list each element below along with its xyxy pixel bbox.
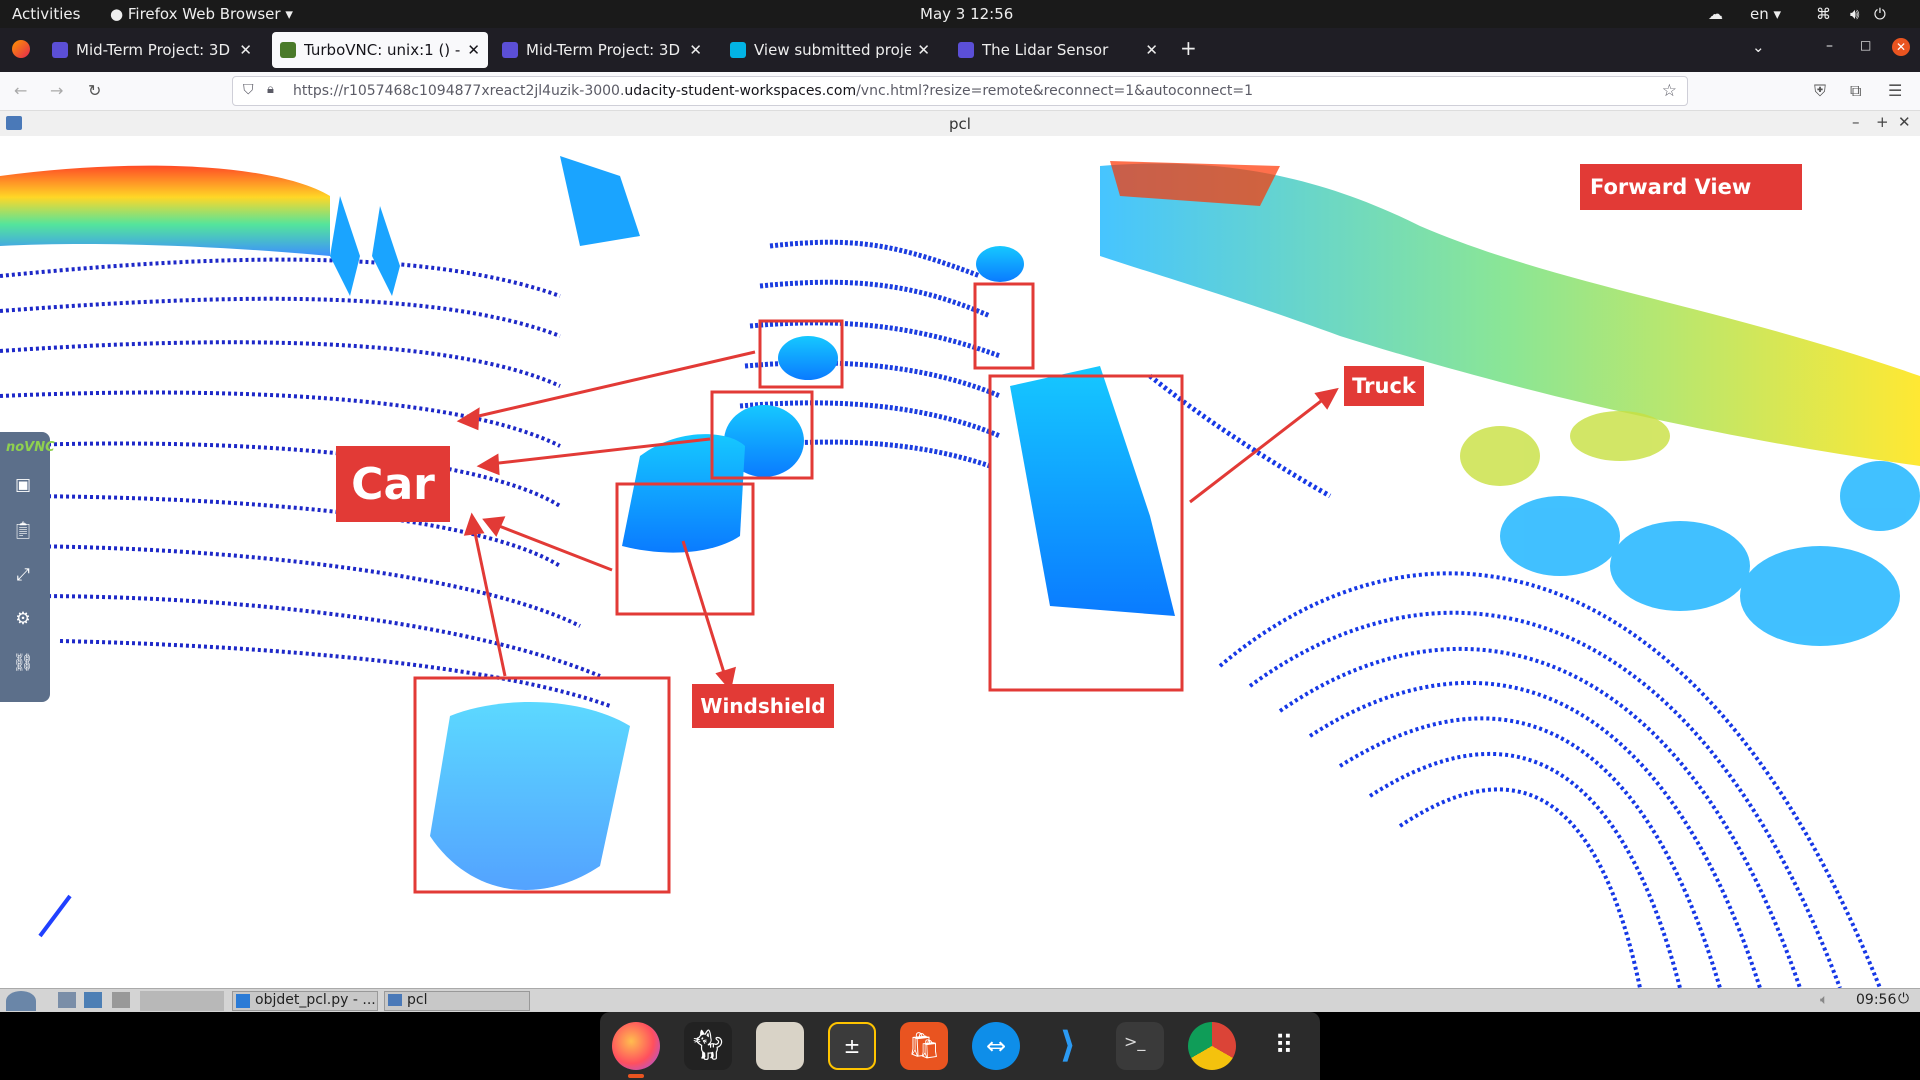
pcl-window-titlebar: pcl – + ✕ [0,111,1920,137]
file-manager-icon[interactable] [58,992,76,1008]
forward-icon[interactable]: → [50,81,63,100]
close-button[interactable]: ✕ [1898,113,1911,131]
vnc-icon [280,42,296,58]
turbovnc-icon[interactable]: 🐈︎ [684,1022,732,1070]
back-icon[interactable]: ← [14,81,27,100]
tab-title: The Lidar Sensor [982,41,1109,59]
language-indicator[interactable]: en ▾ [1750,5,1781,23]
novnc-control-bar: noVNC ▣ 📋︎ ⤢ ⚙ ⛓ ◂ [0,432,58,702]
maximize-button[interactable]: □ [1860,38,1871,52]
desktop-pager[interactable] [140,991,224,1011]
power-icon[interactable]: ⏻ [1874,5,1886,23]
tab-strip: Mid-Term Project: 3D Obj ✕ TurboVNC: uni… [0,28,1920,72]
language-label: en [1750,5,1769,23]
tab-submitted-project[interactable]: View submitted project ✕ [722,32,938,68]
car-label: Car [336,446,450,522]
calculator-icon[interactable]: ± [828,1022,876,1070]
close-icon[interactable]: ✕ [1145,41,1158,59]
clipboard-icon[interactable]: 📋︎ [12,520,34,542]
udacity-icon [52,42,68,58]
point-cloud-viewer[interactable]: Forward View Car Truck Windshield [0,136,1920,988]
maximize-button[interactable]: + [1876,113,1889,131]
dock: 🐈︎ ± 🛍︎ ⇔ ⟩ >_ ⠿ [600,1012,1320,1080]
windshield-label: Windshield [692,684,834,728]
udacity-icon [730,42,746,58]
fullscreen-icon[interactable]: ⤢ [12,564,34,586]
reload-icon[interactable]: ↻ [88,81,101,100]
settings-gear-icon[interactable]: ⚙ [12,608,34,630]
volume-icon[interactable]: 🔊︎ [1850,5,1859,23]
tab-lidar-sensor[interactable]: The Lidar Sensor ✕ [950,32,1166,68]
tab-midterm-2[interactable]: Mid-Term Project: 3D Obj ✕ [494,32,710,68]
app-menu-label: Firefox Web Browser [127,5,281,23]
software-store-icon[interactable]: 🛍︎ [900,1022,948,1070]
tab-title: Mid-Term Project: 3D Obj [76,41,233,59]
taskbar-clock: 09:56 [1856,992,1897,1008]
extensions-icon[interactable]: ⧉ [1850,81,1861,101]
tab-midterm-1[interactable]: Mid-Term Project: 3D Obj ✕ [44,32,260,68]
taskbar-item-label: pcl [407,992,428,1008]
url-text: https://r1057468c1094877xreact2jl4uzik-3… [293,83,1254,99]
bookmark-star-icon[interactable]: ☆ [1662,81,1677,101]
files-icon[interactable] [756,1022,804,1070]
lidar-point-cloud [0,156,1920,988]
system-top-bar: Activities ● Firefox Web Browser ▾ May 3… [0,0,1920,28]
firefox-icon: ● [110,5,124,23]
minimize-button[interactable]: – [1852,113,1860,131]
close-icon[interactable]: ✕ [239,41,252,59]
drag-viewport-icon[interactable]: ▣ [12,474,34,496]
car-bbox-right [973,282,1035,370]
browser-icon[interactable] [84,992,102,1008]
power-icon[interactable]: ⏻ [1898,991,1909,1007]
new-tab-button[interactable]: + [1180,36,1197,60]
lock-icon[interactable]: 🔒︎ [267,82,274,97]
udacity-icon [958,42,974,58]
tab-list-chevron-icon[interactable]: ⌄ [1752,38,1765,56]
close-icon[interactable]: ✕ [467,41,480,59]
start-menu-icon[interactable] [6,991,36,1011]
vscode-icon[interactable]: ⟩ [1044,1022,1092,1070]
volume-icon[interactable]: 🔈︎ [1820,992,1828,1008]
menu-icon[interactable]: ☰ [1888,81,1902,100]
terminal-icon[interactable]: >_ [1116,1022,1164,1070]
vscode-icon [236,994,250,1008]
close-window-button[interactable]: ✕ [1892,38,1910,56]
network-icon[interactable]: ⌘ [1816,5,1831,23]
close-icon[interactable]: ✕ [689,41,702,59]
app-menu[interactable]: ● Firefox Web Browser ▾ [110,5,293,23]
tab-title: TurboVNC: unix:1 () - noV [304,41,461,59]
cloud-icon[interactable]: ☁ [1708,5,1723,23]
terminal-icon[interactable] [112,992,130,1008]
activities-button[interactable]: Activities [12,5,80,23]
chevron-down-icon: ▾ [285,5,293,23]
show-apps-icon[interactable]: ⠿ [1260,1022,1308,1070]
taskbar-item-pcl[interactable]: pcl [384,991,530,1011]
minimize-button[interactable]: – [1826,38,1833,54]
window-title: pcl [949,115,971,133]
window-icon [388,994,402,1006]
clock[interactable]: May 3 12:56 [920,5,1013,23]
running-indicator [628,1074,644,1078]
close-icon[interactable]: ✕ [917,41,930,59]
tab-title: Mid-Term Project: 3D Obj [526,41,683,59]
nav-bar: ← → ↻ ⛉ 🔒︎ https://r1057468c1094877xreac… [0,72,1920,111]
firefox-icon[interactable] [612,1022,660,1070]
udacity-icon [502,42,518,58]
url-bar[interactable]: ⛉ 🔒︎ https://r1057468c1094877xreact2jl4u… [232,76,1688,106]
disconnect-icon[interactable]: ⛓ [12,652,34,674]
taskbar-item-objdet[interactable]: objdet_pcl.py - ... [232,991,378,1011]
sidebar-handle-icon[interactable]: ◂ [52,482,58,496]
teamviewer-icon[interactable]: ⇔ [972,1022,1020,1070]
truck-label: Truck [1344,366,1424,406]
forward-view-label: Forward View [1580,164,1802,210]
tab-turbovnc[interactable]: TurboVNC: unix:1 () - noV ✕ [272,32,488,68]
vnc-taskbar: objdet_pcl.py - ... pcl 🔈︎ 09:56 ⏻ [0,988,1920,1013]
taskbar-item-label: objdet_pcl.py - ... [255,992,376,1008]
chrome-icon[interactable] [1188,1022,1236,1070]
novnc-logo: noVNC [6,440,55,455]
firefox-view-icon[interactable] [12,40,30,58]
tab-title: View submitted project [754,41,912,59]
shield-icon[interactable]: ⛉ [243,82,254,98]
pocket-icon[interactable]: ⛨ [1814,81,1826,101]
